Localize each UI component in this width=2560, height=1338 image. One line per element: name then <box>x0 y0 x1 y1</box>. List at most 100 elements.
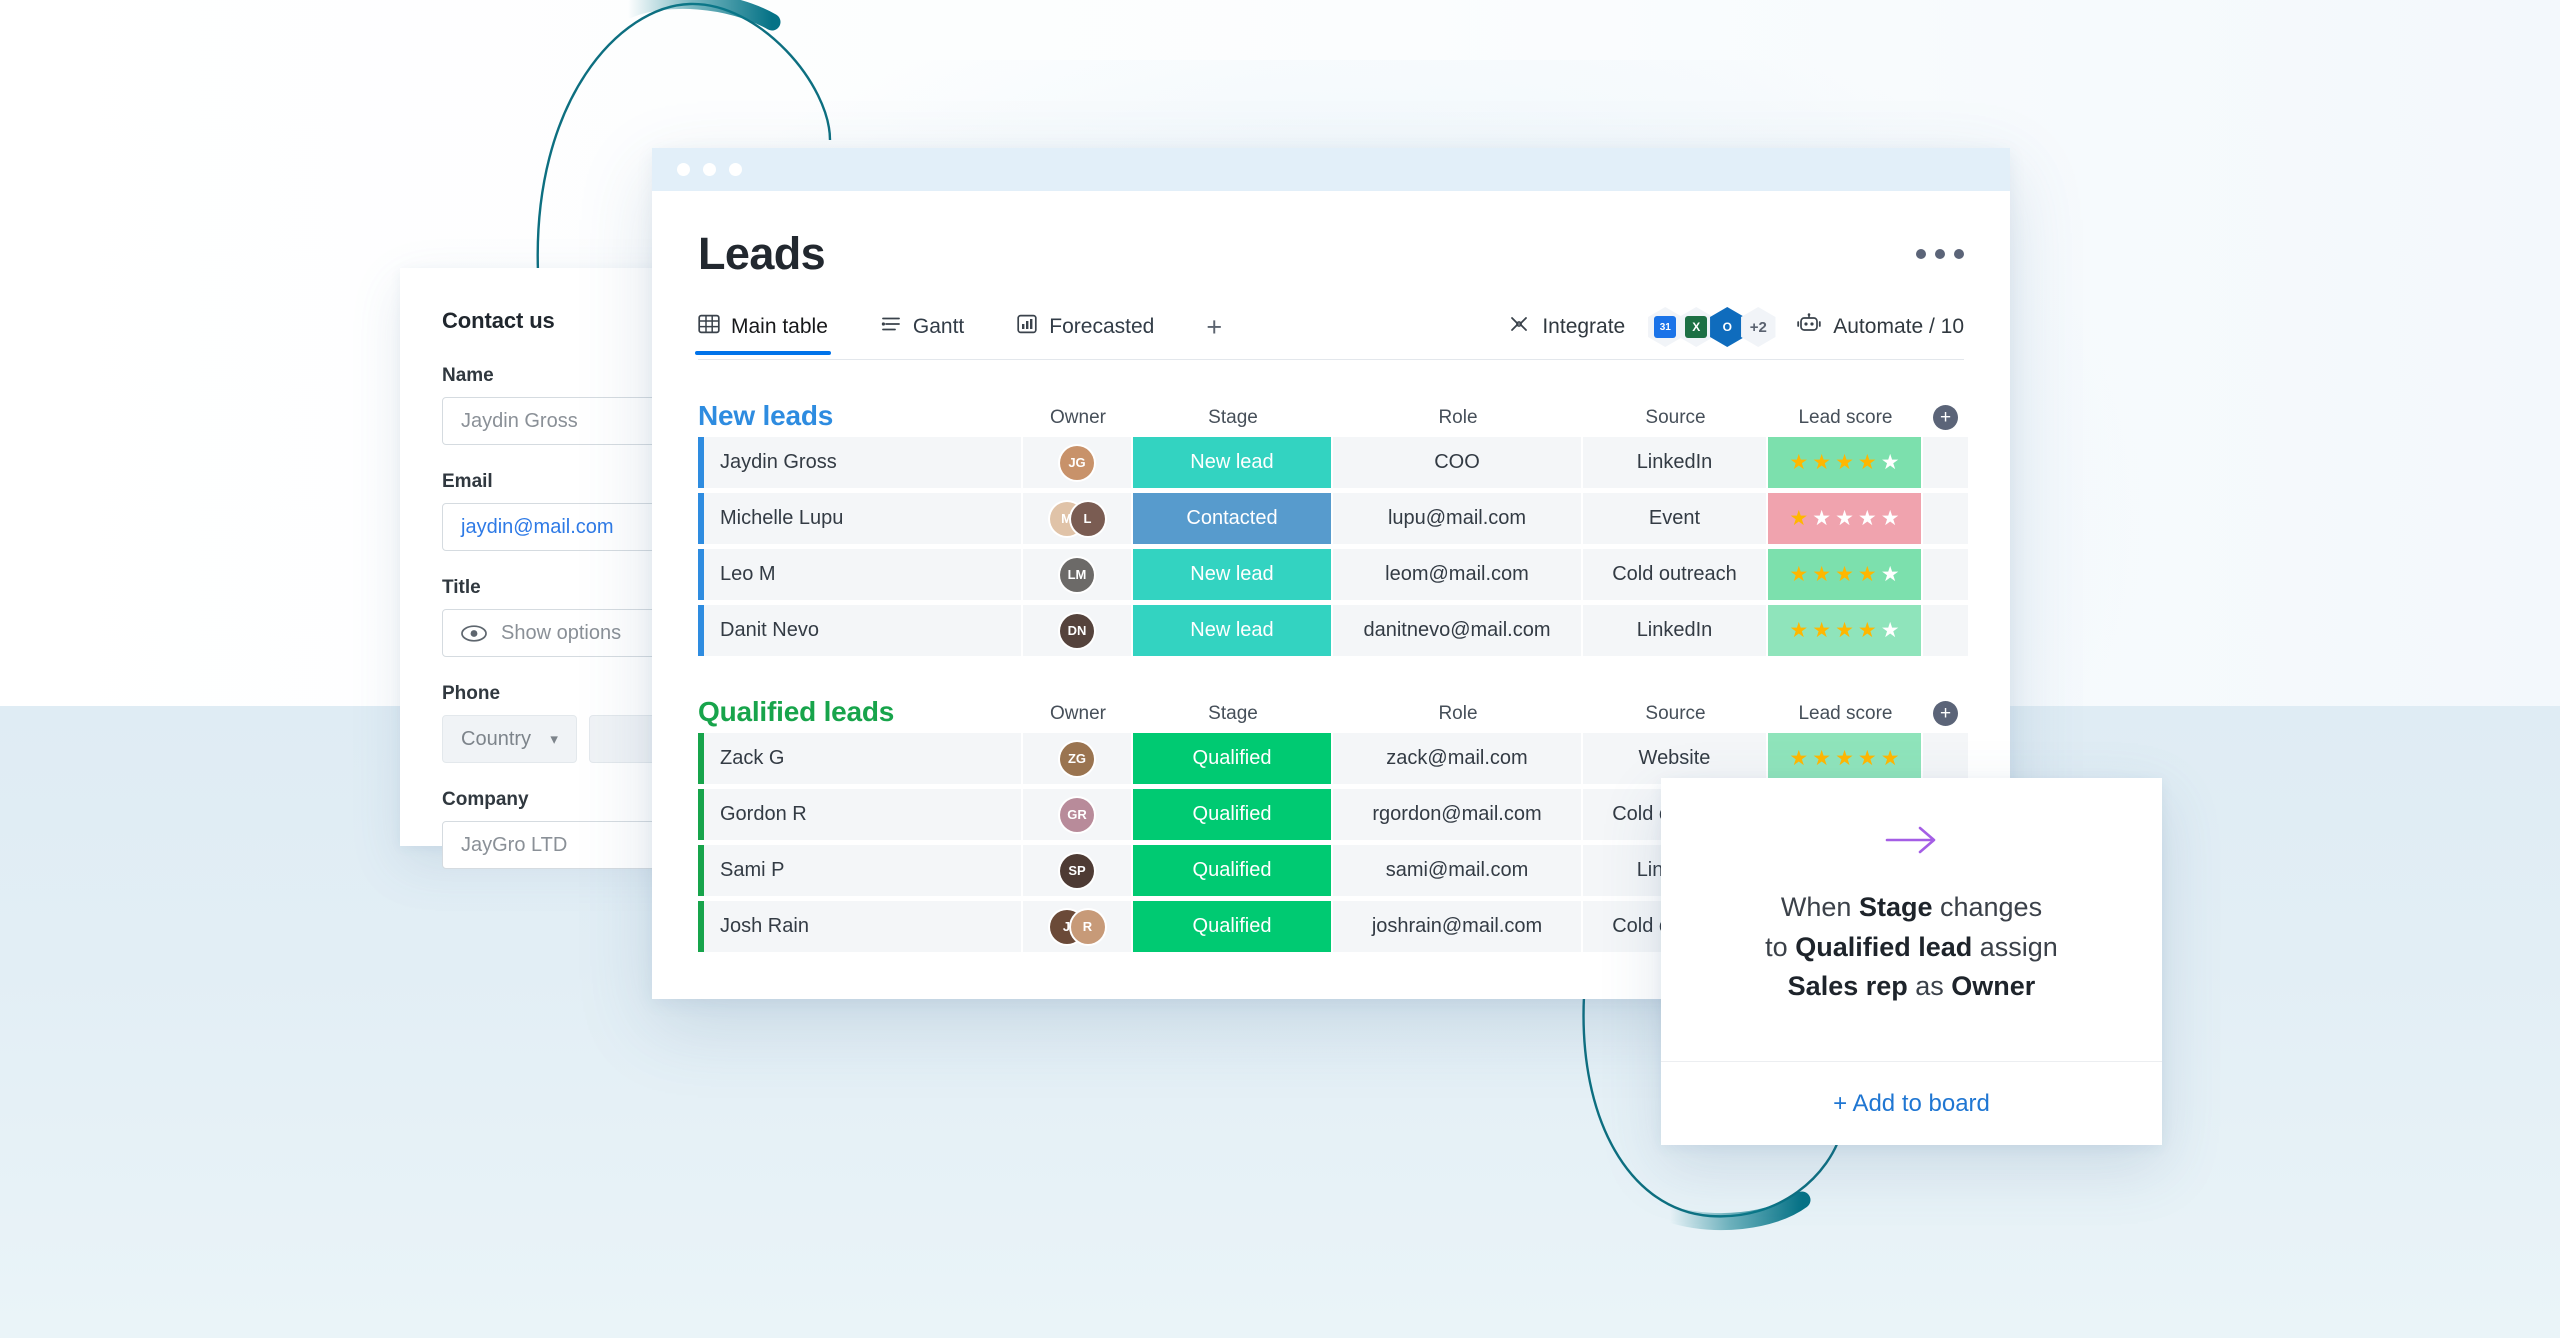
role-cell[interactable]: sami@mail.com <box>1333 845 1583 896</box>
window-dot-maximize[interactable] <box>729 163 742 176</box>
column-header-source[interactable]: Source <box>1583 407 1768 432</box>
role-cell[interactable]: rgordon@mail.com <box>1333 789 1583 840</box>
row-name-cell[interactable]: Zack G <box>698 733 1023 784</box>
column-header-lead-score[interactable]: Lead score <box>1768 703 1923 728</box>
stage-cell[interactable]: Contacted <box>1133 493 1333 544</box>
lead-score-cell[interactable]: ★ ★ ★ ★ ★ <box>1768 549 1923 600</box>
more-options-button[interactable] <box>1916 231 1964 259</box>
column-header-stage[interactable]: Stage <box>1133 407 1333 432</box>
tab-forecasted[interactable]: Forecasted <box>1016 313 1154 354</box>
star-icon: ★ <box>1835 747 1854 770</box>
owner-cell[interactable]: SP <box>1023 845 1133 896</box>
stage-cell[interactable]: New lead <box>1133 549 1333 600</box>
avatar-group: JR <box>1049 909 1105 944</box>
rating-stars: ★ ★ ★ ★ ★ <box>1768 549 1921 600</box>
source-cell[interactable]: LinkedIn <box>1583 437 1768 488</box>
board-toolbar-right: Integrate 31 X O +2 Automate / 10 <box>1507 307 1964 360</box>
lead-score-cell[interactable]: ★ ★ ★ ★ ★ <box>1768 437 1923 488</box>
table-row[interactable]: Jaydin Gross JG New lead COO LinkedIn ★ ★ ★ ★ ★ <box>698 437 1968 488</box>
avatar-group: DN <box>1060 613 1094 648</box>
role-cell[interactable]: leom@mail.com <box>1333 549 1583 600</box>
row-end-spacer <box>1923 549 1968 600</box>
add-column-button[interactable]: + <box>1933 701 1958 726</box>
row-name-cell[interactable]: Jaydin Gross <box>698 437 1023 488</box>
tab-main-table[interactable]: Main table <box>695 313 831 355</box>
column-header-owner[interactable]: Owner <box>1023 703 1133 728</box>
lead-score-cell[interactable]: ★ ★ ★ ★ ★ <box>1768 493 1923 544</box>
eye-icon <box>461 624 487 642</box>
add-view-button[interactable]: + <box>1206 312 1222 356</box>
row-name-cell[interactable]: Danit Nevo <box>698 605 1023 656</box>
tab-gantt[interactable]: Gantt <box>880 313 964 354</box>
row-end-spacer <box>1923 493 1968 544</box>
avatar: JG <box>1060 445 1094 480</box>
stage-cell[interactable]: Qualified <box>1133 845 1333 896</box>
owner-cell[interactable]: GR <box>1023 789 1133 840</box>
window-dot-minimize[interactable] <box>703 163 716 176</box>
star-icon: ★ <box>1880 563 1900 586</box>
avatar: ZG <box>1060 741 1094 776</box>
table-row[interactable]: Leo M LM New lead leom@mail.com Cold outreac… <box>698 549 1968 600</box>
row-end-spacer <box>1923 733 1968 784</box>
add-column-button[interactable]: + <box>1933 405 1958 430</box>
rating-stars: ★ ★ ★ ★ ★ <box>1768 605 1921 656</box>
lead-score-cell[interactable]: ★ ★ ★ ★ ★ <box>1768 605 1923 656</box>
stage-cell[interactable]: Qualified <box>1133 901 1333 952</box>
star-icon: ★ <box>1812 563 1832 586</box>
owner-cell[interactable]: JR <box>1023 901 1133 952</box>
row-name-cell[interactable]: Michelle Lupu <box>698 493 1023 544</box>
column-header-source[interactable]: Source <box>1583 703 1768 728</box>
stage-cell[interactable]: New lead <box>1133 437 1333 488</box>
table-row[interactable]: Zack G ZG Qualified zack@mail.com Website ★ ★ ★… <box>698 733 1968 784</box>
role-cell[interactable]: COO <box>1333 437 1583 488</box>
lead-score-cell[interactable]: ★ ★ ★ ★ ★ <box>1768 733 1923 784</box>
stage-cell[interactable]: Qualified <box>1133 789 1333 840</box>
row-name-cell[interactable]: Leo M <box>698 549 1023 600</box>
country-select[interactable]: Country ▾ <box>442 715 577 763</box>
group-title: New leads <box>698 400 834 431</box>
column-header-role[interactable]: Role <box>1333 703 1583 728</box>
row-name-cell[interactable]: Josh Rain <box>698 901 1023 952</box>
owner-cell[interactable]: ZG <box>1023 733 1133 784</box>
role-cell[interactable]: lupu@mail.com <box>1333 493 1583 544</box>
owner-cell[interactable]: LM <box>1023 549 1133 600</box>
automation-line-2: to Qualified lead assign <box>1765 928 2058 968</box>
owner-cell[interactable]: JG <box>1023 437 1133 488</box>
column-header-role[interactable]: Role <box>1333 407 1583 432</box>
integration-overflow: +2 <box>1741 307 1776 347</box>
column-header-stage[interactable]: Stage <box>1133 703 1333 728</box>
column-header-lead-score[interactable]: Lead score <box>1768 407 1923 432</box>
star-icon: ★ <box>1789 563 1809 586</box>
source-cell[interactable]: Event <box>1583 493 1768 544</box>
stage-cell[interactable]: Qualified <box>1133 733 1333 784</box>
integration-apps[interactable]: 31 X O +2 <box>1645 307 1778 347</box>
stage-cell[interactable]: New lead <box>1133 605 1333 656</box>
owner-cell[interactable]: DN <box>1023 605 1133 656</box>
automation-line1-pre: When <box>1780 891 1859 922</box>
integrate-button[interactable]: Integrate <box>1507 312 1625 342</box>
automation-line-1: When Stage changes <box>1781 888 2042 928</box>
source-cell[interactable]: Cold outreach <box>1583 549 1768 600</box>
row-name-cell[interactable]: Sami P <box>698 845 1023 896</box>
role-cell[interactable]: zack@mail.com <box>1333 733 1583 784</box>
source-cell[interactable]: Website <box>1583 733 1768 784</box>
table-row[interactable]: Danit Nevo DN New lead danitnevo@mail.com Li… <box>698 605 1968 656</box>
window-dot-close[interactable] <box>677 163 690 176</box>
avatar: GR <box>1060 797 1094 832</box>
table-row[interactable]: Michelle Lupu M L Contacted lupu@mail.com Eve… <box>698 493 1968 544</box>
owner-cell[interactable]: ML <box>1023 493 1133 544</box>
status-badge: New lead <box>1133 437 1331 488</box>
role-cell[interactable]: danitnevo@mail.com <box>1333 605 1583 656</box>
star-icon: ★ <box>1857 747 1877 770</box>
role-cell[interactable]: joshrain@mail.com <box>1333 901 1583 952</box>
column-header-owner[interactable]: Owner <box>1023 407 1133 432</box>
add-to-board-button[interactable]: + Add to board <box>1661 1061 2162 1145</box>
source-cell[interactable]: LinkedIn <box>1583 605 1768 656</box>
automate-button[interactable]: Automate / 10 <box>1796 313 1964 341</box>
row-end-spacer <box>1923 437 1968 488</box>
star-icon: ★ <box>1835 507 1854 530</box>
row-name-cell[interactable]: Gordon R <box>698 789 1023 840</box>
view-tabs: Main table Gantt Forecasted + Integrate … <box>652 307 2010 360</box>
group-header: Qualified leads Owner Stage Role Source Lead … <box>698 688 1964 728</box>
board-header: Leads <box>652 231 2010 276</box>
